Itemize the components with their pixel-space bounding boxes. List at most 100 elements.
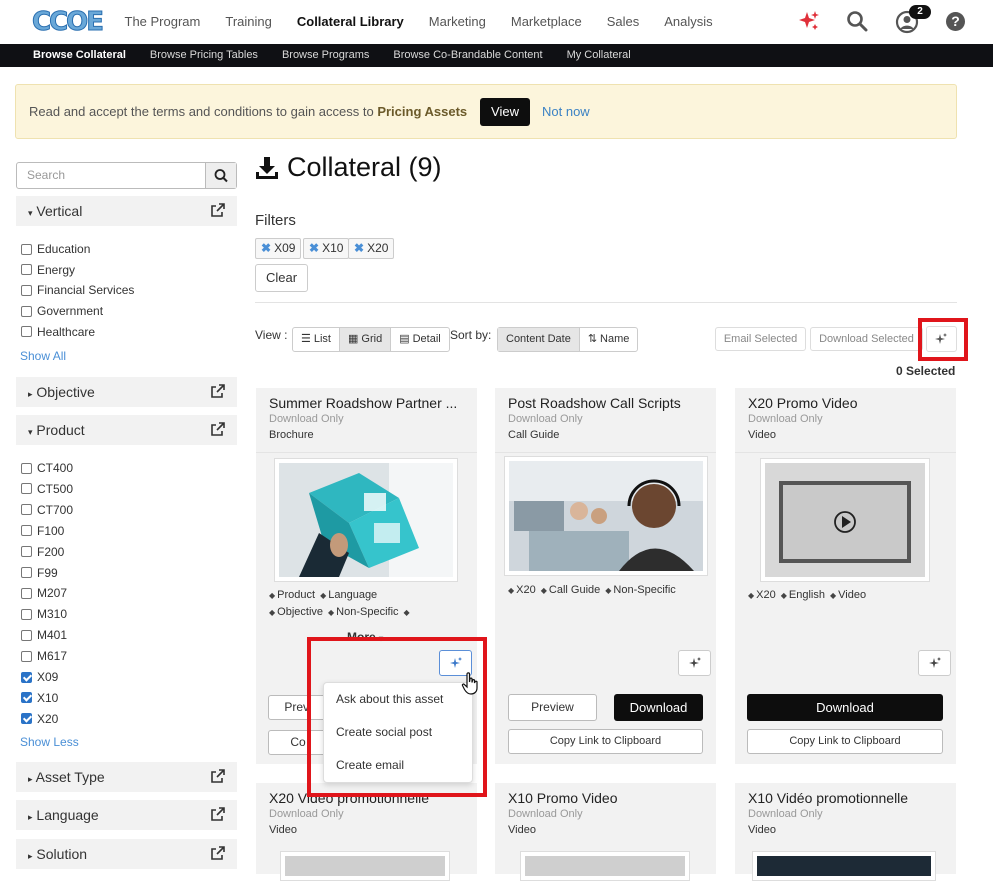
tag[interactable] — [404, 606, 412, 618]
facet-solution[interactable]: ▸ Solution — [16, 839, 237, 869]
nav-marketing[interactable]: Marketing — [416, 0, 498, 44]
product-checkbox-row[interactable]: M401 — [21, 626, 67, 644]
product-checkbox-row[interactable]: M310 — [21, 605, 67, 623]
sidebar-search-button[interactable] — [205, 163, 236, 188]
nav-collateral-library[interactable]: Collateral Library — [284, 0, 416, 44]
vertical-checkbox-row[interactable]: Healthcare — [21, 323, 95, 341]
product-checkbox-row[interactable]: F200 — [21, 543, 64, 561]
subnav-browse-co-brandable[interactable]: Browse Co-Brandable Content — [381, 44, 554, 67]
view-detail-button[interactable]: ▤ Detail — [391, 328, 449, 351]
nav-training[interactable]: Training — [213, 0, 284, 44]
help-icon[interactable]: ? — [946, 12, 965, 31]
subnav-browse-pricing-tables[interactable]: Browse Pricing Tables — [138, 44, 270, 67]
checkbox[interactable] — [21, 462, 32, 474]
tag[interactable]: X20 — [508, 584, 536, 596]
tag[interactable]: Non-Specific — [605, 584, 676, 596]
remove-icon[interactable]: ✖ — [309, 239, 319, 258]
product-checkbox-row[interactable]: CT700 — [21, 501, 73, 519]
download-button[interactable]: Download — [747, 694, 943, 721]
checkbox[interactable] — [21, 284, 32, 296]
nav-marketplace[interactable]: Marketplace — [498, 0, 594, 44]
nav-the-program[interactable]: The Program — [112, 0, 213, 44]
card-thumbnail[interactable] — [760, 458, 930, 582]
preview-button[interactable]: Preview — [508, 694, 597, 721]
checkbox[interactable] — [21, 567, 32, 578]
facet-objective[interactable]: ▸ Objective — [16, 377, 237, 407]
facet-asset-type[interactable]: ▸ Asset Type — [16, 762, 237, 792]
card-thumbnail[interactable] — [752, 851, 936, 881]
external-link-icon[interactable] — [211, 203, 225, 217]
subnav-browse-programs[interactable]: Browse Programs — [270, 44, 381, 67]
product-checkbox-row[interactable]: X09 — [21, 668, 58, 686]
nav-analysis[interactable]: Analysis — [652, 0, 725, 44]
checkbox[interactable] — [21, 504, 32, 516]
subnav-my-collateral[interactable]: My Collateral — [555, 44, 643, 67]
download-selected-button[interactable]: Download Selected — [810, 327, 923, 351]
checkbox[interactable] — [21, 692, 32, 704]
sidebar-search-input[interactable]: Search — [16, 162, 237, 189]
show-all-link[interactable]: Show All — [20, 349, 66, 363]
checkbox[interactable] — [21, 243, 32, 255]
filter-chip[interactable]: ✖ X09 — [255, 238, 302, 259]
tag[interactable]: Non-Specific — [328, 606, 399, 618]
checkbox[interactable] — [21, 587, 32, 599]
checkbox[interactable] — [21, 650, 32, 662]
remove-icon[interactable]: ✖ — [354, 239, 364, 258]
checkbox[interactable] — [21, 671, 32, 683]
card-thumbnail[interactable] — [280, 851, 450, 881]
show-less-link[interactable]: Show Less — [20, 735, 79, 749]
checkbox[interactable] — [21, 629, 32, 641]
sort-name-button[interactable]: ⇅ Name — [580, 328, 638, 351]
facet-product[interactable]: ▾ Product — [16, 415, 237, 445]
facet-vertical[interactable]: ▾ Vertical — [16, 196, 237, 226]
nav-sales[interactable]: Sales — [594, 0, 652, 44]
card-thumbnail[interactable] — [274, 458, 458, 582]
view-list-button[interactable]: ☰ List — [293, 328, 340, 351]
vertical-checkbox-row[interactable]: Financial Services — [21, 281, 134, 299]
subnav-browse-collateral[interactable]: Browse Collateral — [21, 44, 138, 67]
checkbox[interactable] — [21, 525, 32, 537]
ai-assist-button[interactable] — [678, 650, 711, 676]
vertical-checkbox-row[interactable]: Government — [21, 302, 103, 320]
tag[interactable]: Call Guide — [541, 584, 601, 596]
remove-icon[interactable]: ✖ — [261, 239, 271, 258]
tag[interactable]: X20 — [748, 589, 776, 601]
vertical-checkbox-row[interactable]: Education — [21, 240, 90, 258]
external-link-icon[interactable] — [211, 422, 225, 436]
product-checkbox-row[interactable]: F99 — [21, 564, 58, 582]
copy-link-button[interactable]: Copy Link to Clipboard — [508, 729, 703, 754]
copy-link-button[interactable]: Copy Link to Clipboard — [747, 729, 943, 754]
tag[interactable]: Product — [269, 589, 315, 601]
product-checkbox-row[interactable]: F100 — [21, 522, 64, 540]
card-thumbnail[interactable] — [504, 456, 708, 576]
card-title[interactable]: X10 Promo Video — [508, 790, 708, 806]
collateral-card[interactable]: Post Roadshow Call Scripts Download Only… — [495, 388, 716, 764]
product-checkbox-row[interactable]: M617 — [21, 647, 67, 665]
collateral-card[interactable]: X10 Promo Video Download Only Video — [495, 783, 716, 881]
product-checkbox-row[interactable]: M207 — [21, 584, 67, 602]
product-checkbox-row[interactable]: CT400 — [21, 459, 73, 477]
card-title[interactable]: Summer Roadshow Partner ... — [269, 395, 469, 411]
external-link-icon[interactable] — [211, 807, 225, 821]
card-thumbnail[interactable] — [520, 851, 690, 881]
checkbox[interactable] — [21, 483, 32, 495]
checkbox[interactable] — [21, 608, 32, 620]
checkbox[interactable] — [21, 546, 32, 558]
ai-sparkle-icon[interactable] — [797, 9, 821, 33]
filter-chip[interactable]: ✖ X20 — [348, 238, 395, 259]
external-link-icon[interactable] — [211, 769, 225, 783]
view-grid-button[interactable]: ▦ Grid — [340, 328, 392, 351]
clear-filters-button[interactable]: Clear — [255, 264, 308, 292]
banner-not-now-link[interactable]: Not now — [542, 104, 590, 119]
ccoe-logo[interactable]: CCOE — [31, 8, 104, 37]
tag[interactable]: English — [781, 589, 825, 601]
facet-language[interactable]: ▸ Language — [16, 800, 237, 830]
product-checkbox-row[interactable]: X20 — [21, 710, 58, 728]
sort-content-date-button[interactable]: Content Date — [498, 328, 580, 351]
checkbox[interactable] — [21, 713, 32, 725]
card-title[interactable]: X20 Promo Video — [748, 395, 948, 411]
checkbox[interactable] — [21, 305, 32, 317]
collateral-card[interactable]: X20 Promo Video Download Only Video X20 E… — [735, 388, 956, 764]
email-selected-button[interactable]: Email Selected — [715, 327, 806, 351]
product-checkbox-row[interactable]: X10 — [21, 689, 58, 707]
